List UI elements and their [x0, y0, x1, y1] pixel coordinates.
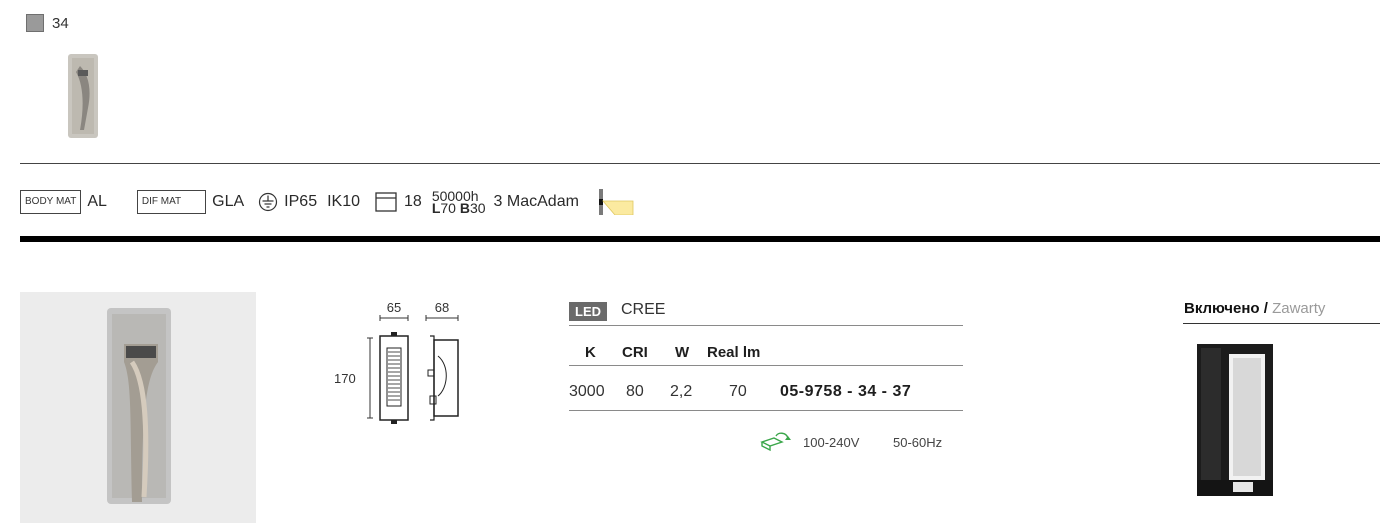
body-mat-tag: BODY MAT: [20, 190, 82, 214]
light-distribution-icon: [598, 189, 634, 215]
spec-row: BODY MAT AL DIF MAT GLA IP65 IK10 18 500…: [20, 182, 635, 222]
included-separator: /: [1263, 300, 1268, 317]
included-label: Включено: [1184, 300, 1260, 317]
cell-k: 3000: [569, 383, 605, 400]
driver-plug-icon: [760, 432, 791, 452]
ik-rating: IK10: [327, 193, 361, 210]
col-header-w: W: [675, 344, 690, 361]
recessed-box-icon: [375, 192, 397, 212]
dif-mat-tag: DIF MAT: [136, 190, 207, 214]
ground-symbol-icon: [259, 192, 278, 212]
dim-height: 170: [334, 371, 356, 386]
finish-swatch: [26, 14, 44, 32]
divider-thick: [20, 236, 1380, 242]
led-brand: CREE: [621, 301, 666, 318]
table-line-top: [569, 325, 963, 326]
included-heading: Включено / Zawarty: [1184, 300, 1325, 317]
included-mounting-box-image: [1197, 344, 1273, 496]
cutout-value: 18: [404, 193, 422, 210]
led-tag: LED: [569, 302, 607, 321]
col-header-k: K: [585, 344, 596, 361]
product-thumbnail: [68, 54, 98, 138]
macadam-value: 3 MacAdam: [493, 193, 579, 210]
included-label-alt: Zawarty: [1272, 300, 1326, 317]
col-header-cri: CRI: [622, 344, 648, 361]
voltage: 100-240V: [803, 435, 860, 450]
lifetime-b-label: B: [459, 200, 470, 216]
lifetime-l-value: 70: [440, 200, 456, 216]
body-mat-value: AL: [87, 193, 107, 210]
finish-code: 34: [52, 15, 69, 32]
product-code: 05-9758 - 34 - 37: [780, 383, 912, 400]
table-line-bottom: [569, 410, 963, 411]
lifetime-block: 50000h L70 B30: [432, 189, 486, 216]
cell-cri: 80: [626, 383, 644, 400]
cell-lm: 70: [729, 383, 747, 400]
col-header-lm: Real lm: [707, 344, 761, 361]
ip-rating: IP65: [284, 193, 318, 210]
dimension-drawing: 65 68 170: [334, 300, 459, 424]
dim-width-1: 65: [387, 300, 401, 315]
dif-mat-value: GLA: [212, 193, 245, 210]
product-photo-image: [107, 308, 171, 504]
included-underline: [1183, 323, 1380, 324]
product-photo: [20, 292, 256, 523]
frequency: 50-60Hz: [893, 435, 943, 450]
cell-w: 2,2: [670, 383, 693, 400]
table-line-mid: [569, 365, 963, 366]
divider-thin: [20, 163, 1380, 164]
lifetime-b-value: 30: [469, 200, 486, 216]
dim-width-2: 68: [435, 300, 449, 315]
